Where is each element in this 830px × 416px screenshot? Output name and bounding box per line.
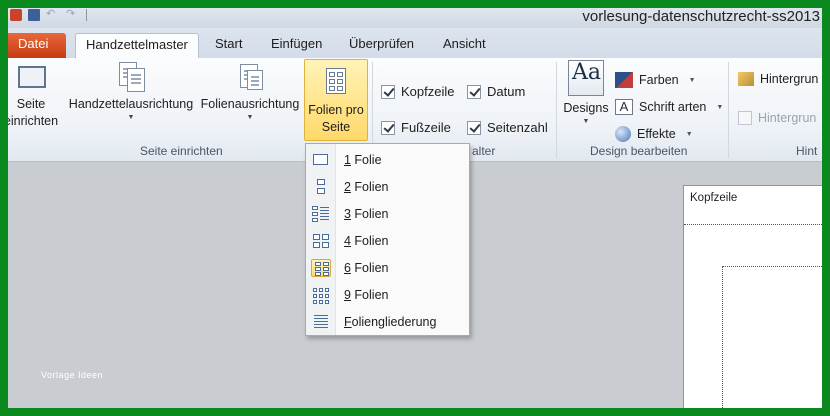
save-icon[interactable] [28,9,40,21]
date-checkbox-label: Datum [487,84,526,99]
toolbar-divider [86,9,87,21]
header-checkbox[interactable] [381,84,395,99]
powerpoint-icon[interactable] [10,9,22,21]
page-setup-label-2: einrichten [8,114,59,128]
handout-page[interactable]: Kopfzeile [683,185,822,408]
nine-slides-icon [311,286,331,304]
fonts-label: Schrift arten [639,100,707,114]
footer-checkbox[interactable] [381,120,395,135]
undo-icon[interactable]: ↶ [46,9,60,21]
chevron-down-icon: ▼ [685,130,693,138]
powerpoint-window: ↶ ↷ vorlesung-datenschutzrecht-ss2013 Da… [8,8,822,408]
menu-item-3-slides[interactable]: 3 Folien [306,200,469,227]
tab-home[interactable]: Start [205,33,252,58]
footer-checkbox-label: Fußzeile [401,120,451,135]
colors-button[interactable]: Farben ▼ [615,72,696,88]
ribbon-tabs: Datei Handzettelmaster Start Einfügen Üb… [8,28,822,59]
slide-orientation-button[interactable]: Folienausrichtung ▼ [198,60,302,123]
chevron-down-icon: ▼ [688,76,696,84]
menu-item-label: Foliengliederung [344,314,437,329]
chevron-down-icon: ▼ [127,114,135,121]
handout-orientation-button[interactable]: Handzettelausrichtung ▼ [64,60,198,123]
group-divider [728,62,729,158]
tab-view[interactable]: Ansicht [433,33,496,58]
slides-per-page-button[interactable]: Folien pro Seite [304,59,368,141]
effects-label: Effekte [637,127,676,141]
hide-background-checkbox[interactable] [738,111,752,125]
slide-orientation-label: Folienausrichtung [200,97,300,111]
header-checkbox-row[interactable]: Kopfzeile [381,84,454,99]
page-number-checkbox[interactable] [467,120,481,135]
effects-button[interactable]: Effekte ▼ [615,126,693,142]
document-title: vorlesung-datenschutzrecht-ss2013 [582,8,820,25]
watermark: Vorlage Ideen [41,370,104,380]
group-label-design: Design bearbeiten [590,144,688,158]
fonts-button[interactable]: A Schrift arten ▼ [615,99,723,115]
chevron-down-icon: ▼ [582,118,590,125]
background-styles-icon [738,72,754,86]
menu-item-2-slides[interactable]: 2 Folien [306,173,469,200]
date-checkbox-row[interactable]: Datum [467,84,525,99]
handout-orientation-label: Handzettelausrichtung [68,97,194,111]
tab-handout-master[interactable]: Handzettelmaster [75,33,199,59]
header-checkbox-label: Kopfzeile [401,84,455,99]
menu-item-outline[interactable]: Foliengliederung [306,308,469,335]
three-slides-icon [311,205,331,223]
background-styles-label: Hintergrun [760,72,819,86]
tab-insert[interactable]: Einfügen [261,33,332,58]
outline-icon [311,313,331,331]
designs-label: Designs [563,101,609,115]
colors-label: Farben [639,73,679,87]
menu-item-label: 9 Folien [344,287,389,302]
header-placeholder[interactable]: Kopfzeile [690,192,737,204]
slides-per-page-label-2: Seite [321,120,351,134]
one-slide-icon [311,151,331,169]
group-divider [556,62,557,158]
page-setup-button[interactable]: Seite einrichten [8,60,64,130]
slides-per-page-label-1: Folien pro [308,103,364,117]
hide-background-label: Hintergrun [758,111,817,125]
slides-per-page-menu: 1 Folie 2 Folien 3 Folien 4 Folien 6 Fol… [305,143,470,336]
menu-item-label: 1 Folie [344,152,382,167]
menu-item-6-slides[interactable]: 6 Folien [306,254,469,281]
menu-item-label: 2 Folien [344,179,389,194]
footer-checkbox-row[interactable]: Fußzeile [381,120,451,135]
redo-icon[interactable]: ↷ [66,9,80,21]
tab-file[interactable]: Datei [8,33,66,58]
handout-orientation-icon [115,60,147,92]
menu-item-1-slide[interactable]: 1 Folie [306,146,469,173]
menu-item-label: 6 Folien [344,260,389,275]
hide-background-row[interactable]: Hintergrun [738,111,816,125]
page-setup-icon [15,60,47,92]
header-divider [684,224,822,225]
font-icon: A [615,99,633,115]
chevron-down-icon: ▼ [716,103,724,111]
effects-icon [615,126,631,142]
page-setup-label-1: Seite [16,97,46,111]
quick-access-toolbar: ↶ ↷ [8,8,87,22]
chevron-down-icon: ▼ [246,114,254,121]
menu-item-9-slides[interactable]: 9 Folien [306,281,469,308]
slide-orientation-icon [234,60,266,92]
title-bar: ↶ ↷ vorlesung-datenschutzrecht-ss2013 [8,8,822,28]
date-checkbox[interactable] [467,84,481,99]
group-label-page-setup: Seite einrichten [140,144,223,158]
six-slides-icon [311,258,331,277]
four-slides-icon [311,232,331,250]
page-number-checkbox-row[interactable]: Seitenzahl [467,120,548,135]
group-label-background: Hint [796,144,818,158]
two-slides-icon [311,178,331,196]
color-swatch-icon [615,72,633,88]
menu-item-label: 4 Folien [344,233,389,248]
background-styles-button[interactable]: Hintergrun [738,72,818,86]
designs-button[interactable]: Aa Designs ▼ [561,60,611,127]
menu-item-label: 3 Folien [344,206,389,221]
menu-item-4-slides[interactable]: 4 Folien [306,227,469,254]
slides-per-page-icon [320,66,352,98]
group-label-placeholders: alter [472,144,496,158]
page-number-checkbox-label: Seitenzahl [487,120,548,135]
tab-review[interactable]: Überprüfen [339,33,424,58]
slide-placeholder[interactable] [722,266,822,408]
designs-icon: Aa [568,60,604,96]
